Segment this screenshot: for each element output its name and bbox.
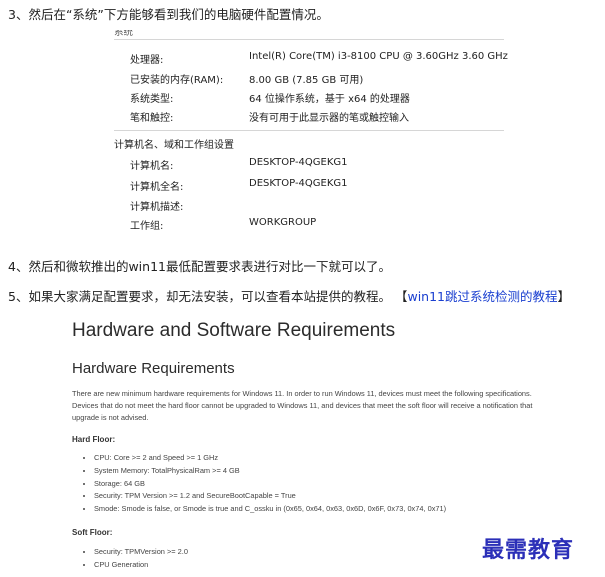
watermark-logo: 最需教育 [482, 537, 575, 563]
computer-name-section-title: 计算机名、域和工作组设置 [114, 140, 234, 151]
step-5-line: 5、如果大家满足配置要求，却无法安装，可以查看本站提供的教程。 【win11跳过… [8, 286, 570, 305]
requirements-intro: There are new minimum hardware requireme… [72, 389, 533, 422]
info-value: WORKGROUP [249, 217, 317, 228]
list-item: Storage: 64 GB [94, 478, 446, 491]
info-row: 笔和触控: 没有可用于此显示器的笔或触控输入 [130, 109, 409, 124]
info-row: 处理器: Intel(R) Core(TM) i3-8100 CPU @ 3.6… [130, 51, 508, 66]
section-divider [114, 130, 504, 131]
hard-floor-list: CPU: Core >= 2 and Speed >= 1 GHz System… [72, 452, 446, 516]
info-label: 计算机描述: [130, 202, 184, 213]
info-row: 已安装的内存(RAM): 8.00 GB (7.85 GB 可用) [130, 71, 363, 86]
info-row: 计算机全名: DESKTOP-4QGEKG1 [130, 178, 348, 193]
info-label: 已安装的内存(RAM): [130, 75, 224, 86]
info-label: 工作组: [130, 221, 164, 232]
requirements-title: Hardware and Software Requirements [72, 320, 396, 341]
system-info-panel: 系统 处理器: Intel(R) Core(TM) i3-8100 CPU @ … [110, 30, 510, 242]
hardware-requirements-heading: Hardware Requirements [72, 360, 235, 377]
bracket-open: 【 [394, 289, 408, 304]
info-value: DESKTOP-4QGEKG1 [249, 157, 348, 168]
step-4-text: 4、然后和微软推出的win11最低配置要求表进行对比一下就可以了。 [8, 259, 391, 274]
tutorial-link[interactable]: win11跳过系统检测的教程 [407, 289, 557, 304]
info-row: 系统类型: 64 位操作系统，基于 x64 的处理器 [130, 90, 410, 105]
list-item: Security: TPM Version >= 1.2 and SecureB… [94, 490, 446, 503]
info-row: 计算机描述: [130, 198, 183, 213]
info-value: DESKTOP-4QGEKG1 [249, 178, 348, 189]
info-row: 工作组: WORKGROUP [130, 217, 316, 232]
system-section-header: 系统 [114, 30, 134, 38]
info-label: 系统类型: [130, 94, 174, 105]
info-value: Intel(R) Core(TM) i3-8100 CPU @ 3.60GHz … [249, 51, 508, 62]
info-label: 计算机全名: [130, 182, 184, 193]
list-item: Smode: Smode is false, or Smode is true … [94, 503, 446, 516]
soft-floor-list: Security: TPMVersion >= 2.0 CPU Generati… [72, 546, 188, 572]
list-item: Security: TPMVersion >= 2.0 [94, 546, 188, 559]
list-item: System Memory: TotalPhysicalRam >= 4 GB [94, 465, 446, 478]
info-value: 8.00 GB (7.85 GB 可用) [249, 75, 364, 86]
soft-floor-label: Soft Floor: [72, 528, 113, 537]
info-value: 64 位操作系统，基于 x64 的处理器 [249, 94, 410, 105]
hard-floor-label: Hard Floor: [72, 435, 116, 444]
info-value: 没有可用于此显示器的笔或触控输入 [249, 113, 409, 124]
section-divider [114, 39, 504, 40]
list-item: CPU Generation [94, 559, 188, 572]
list-item: CPU: Core >= 2 and Speed >= 1 GHz [94, 452, 446, 465]
info-label: 计算机名: [130, 161, 174, 172]
info-label: 笔和触控: [130, 113, 174, 124]
info-label: 处理器: [130, 55, 164, 66]
info-row: 计算机名: DESKTOP-4QGEKG1 [130, 157, 348, 172]
step-3-text: 3、然后在“系统”下方能够看到我们的电脑硬件配置情况。 [8, 7, 329, 22]
bracket-close: 】 [557, 289, 571, 304]
step-5-text: 5、如果大家满足配置要求，却无法安装，可以查看本站提供的教程。 [8, 289, 391, 304]
